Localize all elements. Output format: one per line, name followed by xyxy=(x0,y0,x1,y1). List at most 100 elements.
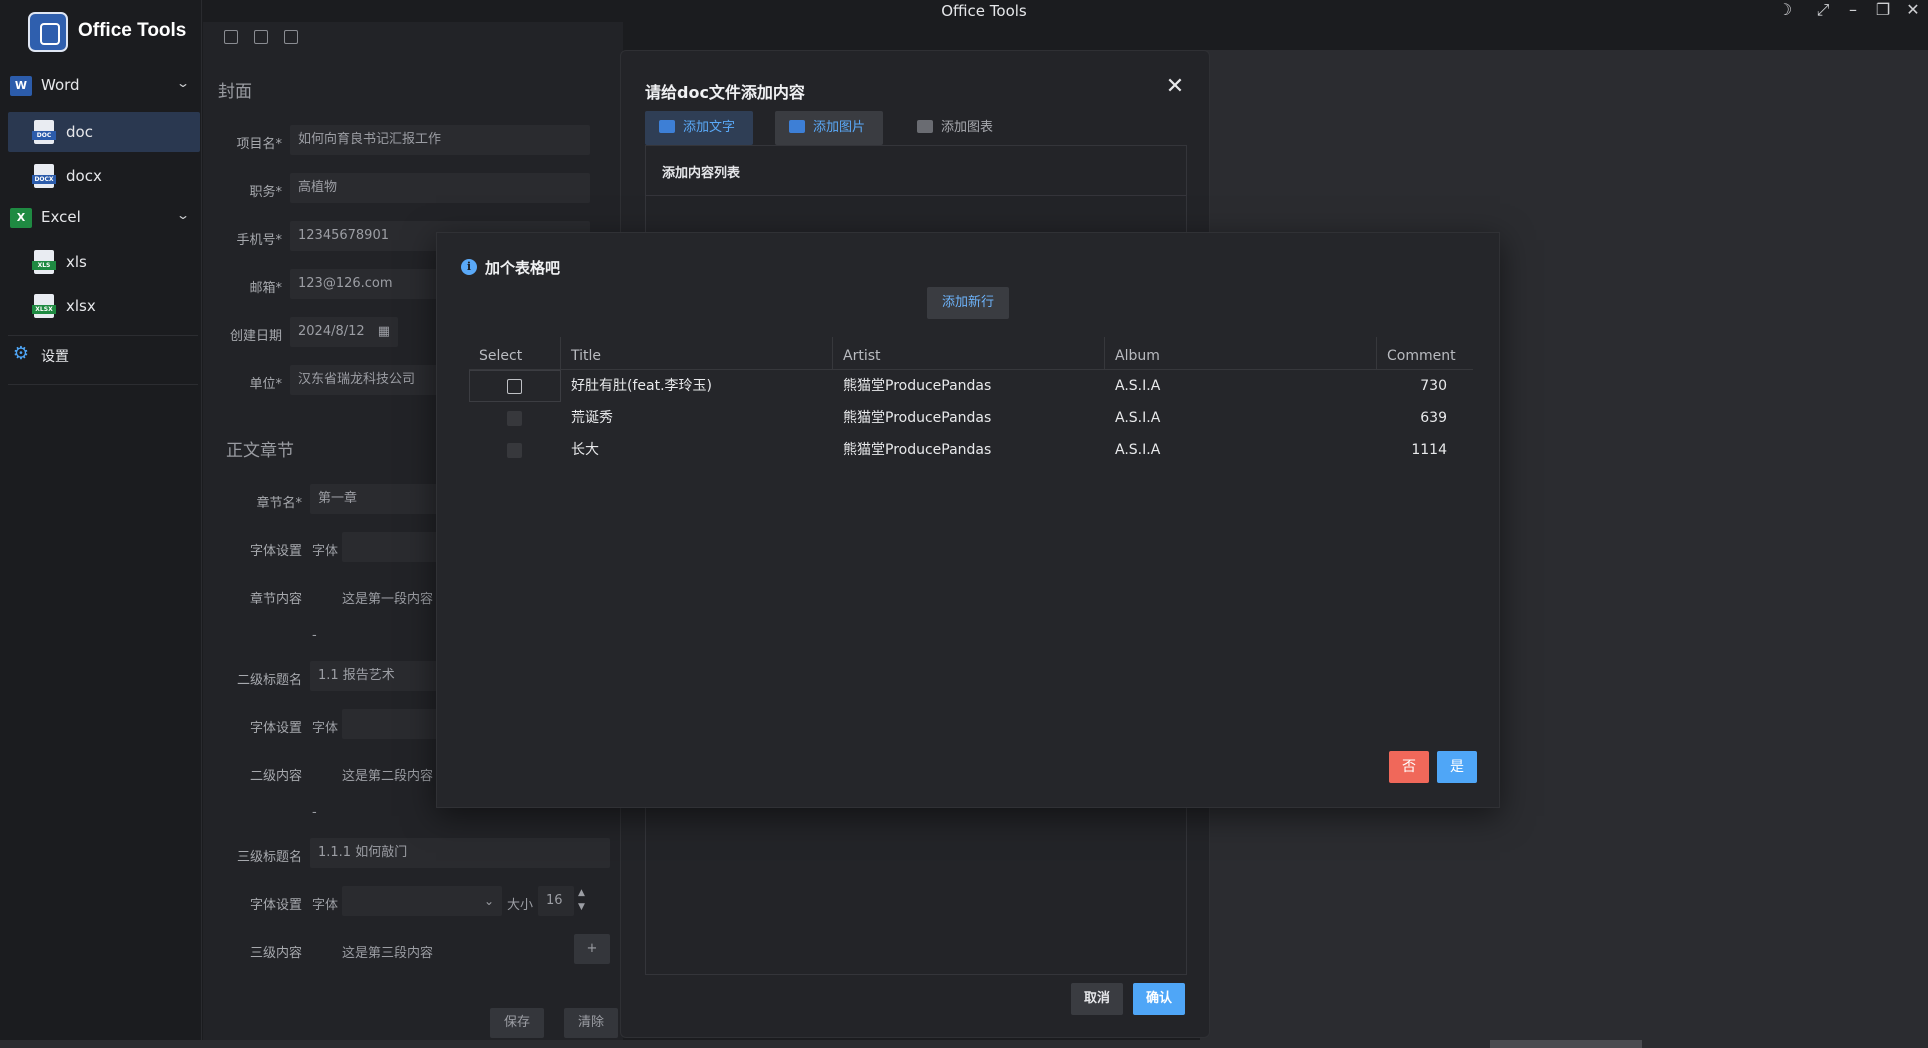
create-date-input[interactable]: 2024/8/12 ▦ xyxy=(290,317,398,347)
sidebar-item-xls[interactable]: xls xyxy=(8,242,200,282)
row-checkbox[interactable] xyxy=(507,379,522,394)
sidebar-item-docx[interactable]: docx xyxy=(8,156,200,196)
field-label: 字体设置 xyxy=(249,721,302,736)
column-header-comment[interactable]: Comment xyxy=(1377,337,1473,369)
scrollbar-thumb[interactable] xyxy=(1490,1040,1642,1048)
field-label: 二级内容 xyxy=(249,769,302,784)
doc-file-icon xyxy=(32,120,56,144)
cell-comment: 639 xyxy=(1420,410,1447,426)
cell-album: A.S.I.A xyxy=(1115,378,1161,394)
palette-icon[interactable] xyxy=(254,30,268,44)
add-row-button[interactable]: 添加新行 xyxy=(927,287,1009,319)
tab-add-chart[interactable]: 添加图表 xyxy=(903,111,1011,145)
subtitle-content-text[interactable]: 这是第二段内容 xyxy=(342,765,433,784)
sidebar-item-label: xlsx xyxy=(66,297,96,315)
info-icon: i xyxy=(461,259,477,275)
cover-section-title: 封面 xyxy=(218,82,252,102)
sidebar: Office Tools W Word ⌄ doc docx X Excel ⌄… xyxy=(0,0,202,1048)
column-header-title[interactable]: Title xyxy=(561,337,833,369)
table-modal: i 加个表格吧 添加新行 Select Title Artist Album C… xyxy=(436,232,1500,808)
field-label: 三级标题名 xyxy=(236,850,302,865)
table-row[interactable]: 好肚有肚(feat.李玲玉) 熊猫堂ProducePandas A.S.I.A … xyxy=(469,370,1473,402)
content-list-header: 添加内容列表 xyxy=(646,146,1186,196)
cell-artist: 熊猫堂ProducePandas xyxy=(843,410,992,426)
no-button[interactable]: 否 xyxy=(1389,751,1429,783)
date-value: 2024/8/12 xyxy=(298,324,365,339)
table-row[interactable]: 荒诞秀 熊猫堂ProducePandas A.S.I.A 639 xyxy=(469,402,1473,434)
edit-pencil-icon[interactable] xyxy=(224,30,238,44)
sidebar-group-word[interactable]: W Word ⌄ xyxy=(8,66,198,106)
sidebar-divider xyxy=(8,384,198,385)
body-section-title: 正文章节 xyxy=(226,441,294,461)
cell-album: A.S.I.A xyxy=(1115,410,1161,426)
theme-moon-icon[interactable]: ☽ xyxy=(1770,0,1800,22)
cell-artist: 熊猫堂ProducePandas xyxy=(843,378,992,394)
field-label: 三级内容 xyxy=(249,946,302,961)
size-input[interactable]: 16 xyxy=(538,886,574,916)
size-stepper[interactable]: ▲ ▼ xyxy=(578,886,590,916)
field-label: 字体设置 xyxy=(249,898,302,913)
window-title: Office Tools xyxy=(941,2,1027,20)
field-label: 章节内容 xyxy=(249,592,302,607)
position-input[interactable]: 高植物 xyxy=(290,173,590,203)
cell-artist: 熊猫堂ProducePandas xyxy=(843,442,992,458)
field-label: 单位* xyxy=(249,377,282,392)
dash-text: - xyxy=(312,628,317,643)
field-label: 字体设置 xyxy=(249,544,302,559)
field-label: 职务* xyxy=(249,185,282,200)
image-icon xyxy=(789,120,805,133)
cell-title: 好肚有肚(feat.李玲玉) xyxy=(571,378,712,394)
cell-title: 长大 xyxy=(571,442,599,458)
excel-icon: X xyxy=(10,208,32,228)
sidebar-item-label: 设置 xyxy=(41,349,69,365)
sidebar-item-xlsx[interactable]: xlsx xyxy=(8,286,200,326)
tab-add-text[interactable]: 添加文字 xyxy=(645,111,753,145)
font-label: 字体 xyxy=(312,898,339,913)
restore-icon[interactable]: ❐ xyxy=(1868,0,1898,22)
brand-name: Office Tools xyxy=(78,20,187,41)
close-icon[interactable]: ✕ xyxy=(1161,73,1189,101)
row-checkbox[interactable] xyxy=(507,443,522,458)
table-row[interactable]: 长大 熊猫堂ProducePandas A.S.I.A 1114 xyxy=(469,434,1473,466)
third-content-text[interactable]: 这是第三段内容 xyxy=(342,942,433,961)
font-select[interactable]: ⌄ xyxy=(342,886,502,916)
tab-label: 添加文字 xyxy=(683,120,736,135)
content-list-title: 添加内容列表 xyxy=(662,166,741,181)
chapter-content-text[interactable]: 这是第一段内容 xyxy=(342,588,433,607)
dash-text: - xyxy=(312,805,317,820)
save-button[interactable]: 保存 xyxy=(490,1008,544,1038)
sidebar-item-settings[interactable]: ⚙ 设置 xyxy=(8,336,198,376)
minimize-icon[interactable]: – xyxy=(1838,0,1868,22)
chat-icon xyxy=(659,120,675,133)
clear-button[interactable]: 清除 xyxy=(564,1008,618,1038)
close-window-icon[interactable]: ✕ xyxy=(1898,0,1928,22)
sidebar-group-label: Excel xyxy=(41,208,81,226)
modal-title: 加个表格吧 xyxy=(485,259,561,277)
add-section-button[interactable]: + xyxy=(574,934,610,964)
xlsx-file-icon xyxy=(32,294,56,318)
chevron-down-icon: ⌄ xyxy=(175,208,191,222)
third-title-input[interactable]: 1.1.1 如何敲门 xyxy=(310,838,610,868)
dialog-title: 请给doc文件添加内容 xyxy=(645,83,805,102)
word-icon: W xyxy=(10,76,32,96)
fullscreen-icon[interactable]: ⤢ xyxy=(1808,0,1838,22)
confirm-button[interactable]: 确认 xyxy=(1133,983,1185,1015)
cancel-button[interactable]: 取消 xyxy=(1071,983,1123,1015)
sidebar-item-doc[interactable]: doc xyxy=(8,112,200,152)
docx-file-icon xyxy=(32,164,56,188)
sidebar-group-excel[interactable]: X Excel ⌄ xyxy=(8,198,198,238)
sidebar-item-label: docx xyxy=(66,167,102,185)
cell-album: A.S.I.A xyxy=(1115,442,1161,458)
sidebar-item-label: xls xyxy=(66,253,87,271)
font-label: 字体 xyxy=(312,544,339,559)
column-header-album[interactable]: Album xyxy=(1105,337,1377,369)
sidebar-group-label: Word xyxy=(41,76,80,94)
column-header-select[interactable]: Select xyxy=(469,337,561,369)
export-icon[interactable] xyxy=(284,30,298,44)
row-checkbox[interactable] xyxy=(507,411,522,426)
project-name-input[interactable]: 如何向育良书记汇报工作 xyxy=(290,125,590,155)
yes-button[interactable]: 是 xyxy=(1437,751,1477,783)
tab-add-image[interactable]: 添加图片 xyxy=(775,111,883,145)
field-label: 章节名* xyxy=(256,496,302,511)
column-header-artist[interactable]: Artist xyxy=(833,337,1105,369)
